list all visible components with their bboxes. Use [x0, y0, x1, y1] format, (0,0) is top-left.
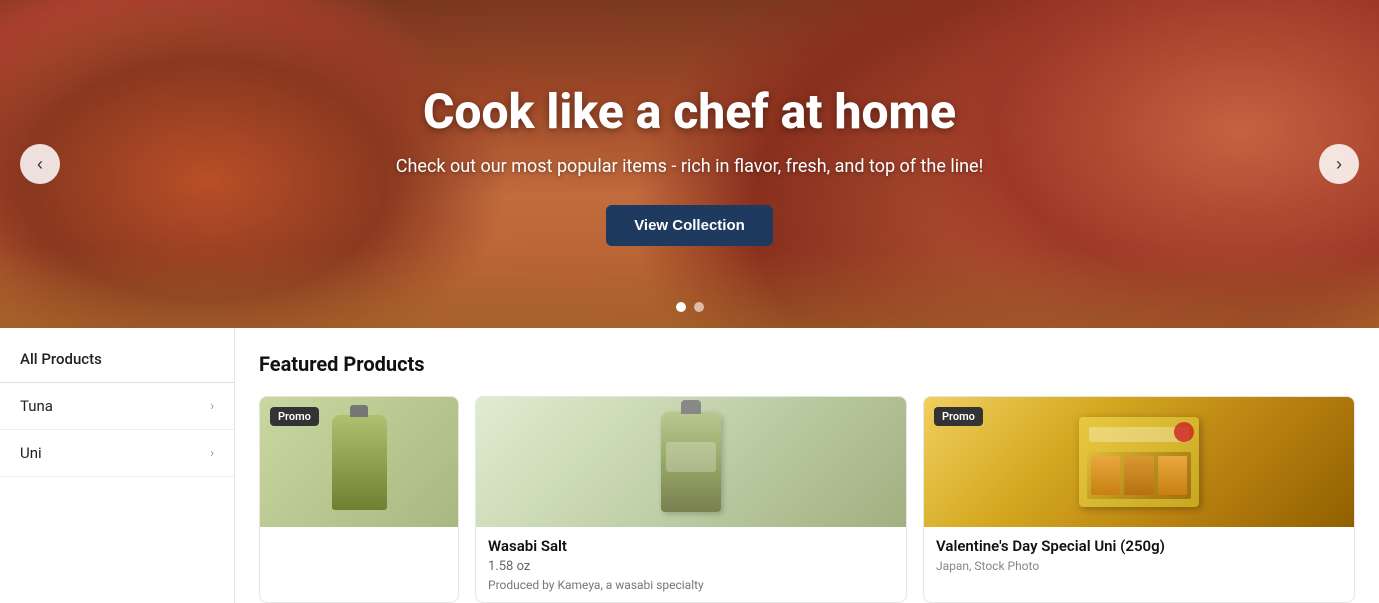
hero-dots [676, 302, 704, 312]
sidebar: All Products Tuna › Uni › [0, 328, 235, 603]
featured-products-title: Featured Products [259, 352, 1355, 376]
hero-banner: ‹ Cook like a chef at home Check out our… [0, 0, 1379, 328]
uni-special-origin: Japan, Stock Photo [936, 559, 1342, 573]
product-card-uni-special[interactable]: Promo [923, 396, 1355, 603]
product-card-partial[interactable]: Promo [259, 396, 459, 603]
uni-special-image: Promo [924, 397, 1354, 527]
tuna-label: Tuna [20, 397, 53, 415]
partial-product-image: Promo [260, 397, 458, 527]
hero-subtitle: Check out our most popular items - rich … [396, 156, 983, 177]
all-products-label: All Products [20, 350, 102, 368]
view-collection-button[interactable]: View Collection [606, 205, 773, 246]
sidebar-item-tuna[interactable]: Tuna › [0, 383, 234, 430]
promo-badge: Promo [270, 407, 319, 426]
products-section: Featured Products Promo [235, 328, 1379, 603]
chevron-right-icon: › [1336, 154, 1342, 175]
uni-label: Uni [20, 444, 42, 462]
products-grid: Promo [259, 396, 1355, 603]
chevron-left-icon: ‹ [37, 154, 43, 175]
promo-badge-uni: Promo [934, 407, 983, 426]
wasabi-salt-name: Wasabi Salt [488, 537, 894, 555]
sidebar-item-all-products[interactable]: All Products [0, 336, 234, 383]
main-content: All Products Tuna › Uni › Featured Produ… [0, 328, 1379, 603]
uni-special-name: Valentine's Day Special Uni (250g) [936, 537, 1342, 555]
product-card-wasabi-salt[interactable]: Wasabi Salt 1.58 oz Produced by Kameya, … [475, 396, 907, 603]
hero-dot-1[interactable] [676, 302, 686, 312]
chevron-right-icon: › [210, 399, 214, 414]
wasabi-salt-info: Wasabi Salt 1.58 oz Produced by Kameya, … [476, 527, 906, 602]
hero-next-button[interactable]: › [1319, 144, 1359, 184]
wasabi-salt-image [476, 397, 906, 527]
sidebar-item-uni[interactable]: Uni › [0, 430, 234, 477]
hero-title: Cook like a chef at home [396, 83, 983, 140]
hero-prev-button[interactable]: ‹ [20, 144, 60, 184]
uni-special-info: Valentine's Day Special Uni (250g) Japan… [924, 527, 1354, 583]
hero-board-overlay [0, 248, 1379, 328]
wasabi-salt-desc: Produced by Kameya, a wasabi specialty [488, 578, 894, 592]
wasabi-salt-size: 1.58 oz [488, 559, 894, 574]
hero-content: Cook like a chef at home Check out our m… [396, 83, 983, 246]
chevron-right-icon: › [210, 446, 214, 461]
hero-dot-2[interactable] [694, 302, 704, 312]
